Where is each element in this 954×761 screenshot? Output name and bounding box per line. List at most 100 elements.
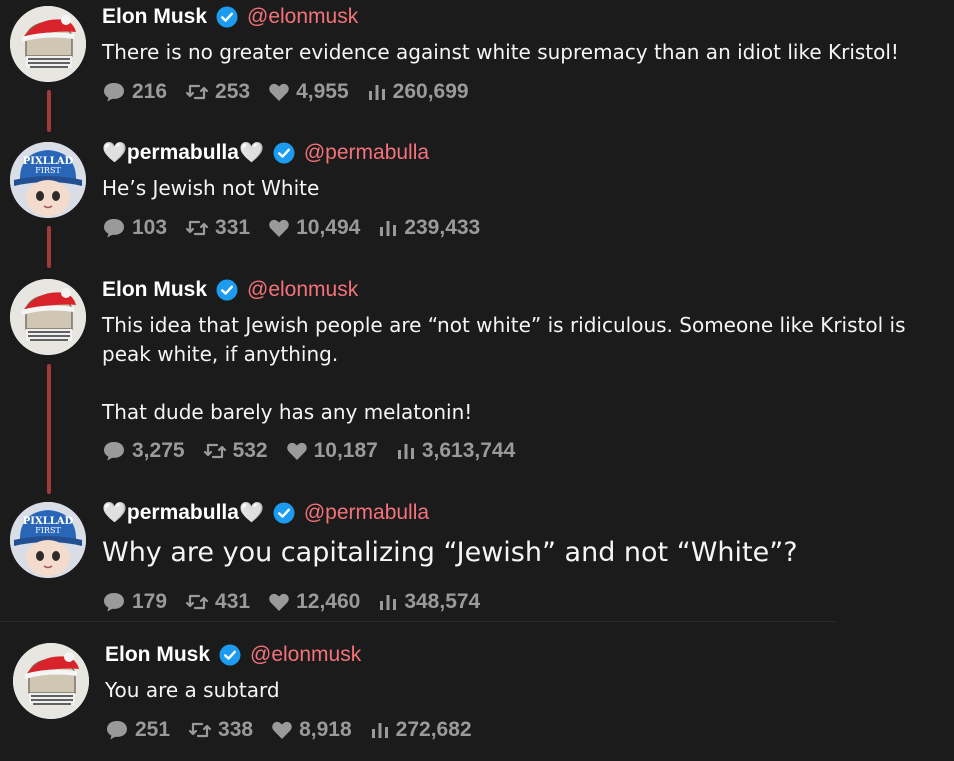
reply-icon <box>102 81 126 103</box>
permabulla-avatar[interactable]: PIXLLAD FIRST <box>10 142 86 218</box>
tweet-header: Elon Musk @elonmusk <box>102 5 358 29</box>
views-icon <box>378 218 398 238</box>
reply-icon <box>102 217 126 239</box>
reply-count: 103 <box>132 216 168 239</box>
reply-icon <box>102 440 126 462</box>
retweet-button[interactable]: 431 <box>185 590 250 614</box>
tweet-text: There is no greater evidence against whi… <box>102 40 899 64</box>
view-count: 272,682 <box>395 718 472 741</box>
white-heart-emoji: 🤍 <box>102 502 127 524</box>
retweet-count: 331 <box>215 216 251 239</box>
tweet-header: 🤍 permabulla 🤍 @permabulla <box>102 141 429 165</box>
reply-icon <box>105 719 129 741</box>
view-count: 260,699 <box>392 80 469 103</box>
tweet-header: Elon Musk @elonmusk <box>102 278 358 302</box>
author-name[interactable]: Elon Musk <box>102 278 207 302</box>
elon-avatar[interactable] <box>10 279 86 355</box>
tweet-stats: 3,275 532 10,187 3,613,744 <box>102 439 533 463</box>
retweet-icon <box>188 720 212 740</box>
tweet-text: You are a subtard <box>105 678 280 702</box>
tweet[interactable]: Elon Musk @elonmusk This idea that Jewis… <box>0 273 954 483</box>
view-button[interactable]: 272,682 <box>370 718 472 742</box>
like-button[interactable]: 4,955 <box>268 80 349 104</box>
view-button[interactable]: 3,613,744 <box>396 439 515 463</box>
like-count: 10,187 <box>313 439 378 462</box>
tweet-header: 🤍 permabulla 🤍 @permabulla <box>102 501 429 525</box>
tweet[interactable]: PIXLLAD FIRST 🤍 permabulla 🤍 @permabulla… <box>0 136 954 256</box>
like-count: 12,460 <box>296 590 361 613</box>
author-handle[interactable]: @permabulla <box>304 141 429 165</box>
heart-icon <box>286 441 308 461</box>
svg-text:FIRST: FIRST <box>35 526 61 535</box>
like-count: 4,955 <box>296 80 349 103</box>
view-count: 348,574 <box>404 590 481 613</box>
view-button[interactable]: 260,699 <box>367 80 469 104</box>
like-button[interactable]: 8,918 <box>271 718 352 742</box>
author-handle[interactable]: @elonmusk <box>247 5 358 29</box>
views-icon <box>378 592 398 612</box>
heart-icon <box>268 592 290 612</box>
verified-badge-icon <box>219 644 241 666</box>
tweet-stats: 103 331 10,494 239,433 <box>102 216 498 240</box>
retweet-button[interactable]: 338 <box>188 718 253 742</box>
view-button[interactable]: 348,574 <box>378 590 480 614</box>
reply-count: 216 <box>132 80 168 103</box>
white-heart-emoji: 🤍 <box>238 502 264 524</box>
tweet-text: This idea that Jewish people are “not wh… <box>102 313 906 424</box>
replie-button[interactable]: 3,275 <box>102 439 185 463</box>
replie-button[interactable]: 216 <box>102 80 167 104</box>
like-count: 10,494 <box>296 216 361 239</box>
retweet-icon <box>185 592 209 612</box>
replie-button[interactable]: 251 <box>105 718 170 742</box>
author-name[interactable]: permabulla <box>127 141 239 165</box>
author-handle[interactable]: @elonmusk <box>247 278 358 302</box>
verified-badge-icon <box>216 6 238 28</box>
like-button[interactable]: 12,460 <box>268 590 360 614</box>
white-heart-emoji: 🤍 <box>102 142 127 164</box>
like-button[interactable]: 10,494 <box>268 216 360 240</box>
author-handle[interactable]: @permabulla <box>304 501 429 525</box>
elon-avatar[interactable] <box>10 6 86 82</box>
retweet-count: 532 <box>232 439 268 462</box>
author-name[interactable]: permabulla <box>127 501 239 525</box>
reply-count: 251 <box>135 718 171 741</box>
svg-text:FIRST: FIRST <box>35 166 61 175</box>
tweet-text: He’s Jewish not White <box>102 176 320 200</box>
verified-badge-icon <box>216 279 238 301</box>
verified-badge-icon <box>273 502 295 524</box>
retweet-icon <box>203 441 227 461</box>
heart-icon <box>268 82 290 102</box>
retweet-icon <box>185 82 209 102</box>
retweet-button[interactable]: 532 <box>203 439 268 463</box>
author-handle[interactable]: @elonmusk <box>250 643 361 667</box>
like-button[interactable]: 10,187 <box>286 439 378 463</box>
view-button[interactable]: 239,433 <box>378 216 480 240</box>
retweet-count: 431 <box>215 590 251 613</box>
views-icon <box>370 720 390 740</box>
view-count: 239,433 <box>404 216 481 239</box>
elon-avatar[interactable] <box>13 643 89 719</box>
author-name[interactable]: Elon Musk <box>105 643 210 667</box>
retweet-button[interactable]: 331 <box>185 216 250 240</box>
retweet-icon <box>185 218 209 238</box>
tweet[interactable]: Elon Musk @elonmusk You are a subtard 25… <box>0 638 954 758</box>
retweet-button[interactable]: 253 <box>185 80 250 104</box>
replie-button[interactable]: 103 <box>102 216 167 240</box>
tweet-header: Elon Musk @elonmusk <box>105 643 361 667</box>
tweet-stats: 216 253 4,955 260,699 <box>102 80 487 104</box>
retweet-count: 253 <box>215 80 251 103</box>
divider <box>0 621 836 622</box>
tweet[interactable]: PIXLLAD FIRST 🤍 permabulla 🤍 @permabulla… <box>0 496 954 622</box>
heart-icon <box>271 720 293 740</box>
reply-count: 3,275 <box>132 439 185 462</box>
view-count: 3,613,744 <box>421 439 516 462</box>
permabulla-avatar[interactable]: PIXLLAD FIRST <box>10 502 86 578</box>
like-count: 8,918 <box>299 718 352 741</box>
tweet-text: Why are you capitalizing “Jewish” and no… <box>102 537 798 568</box>
views-icon <box>396 441 416 461</box>
reply-count: 179 <box>132 590 168 613</box>
views-icon <box>367 82 387 102</box>
tweet[interactable]: Elon Musk @elonmusk There is no greater … <box>0 0 954 120</box>
author-name[interactable]: Elon Musk <box>102 5 207 29</box>
replie-button[interactable]: 179 <box>102 590 167 614</box>
